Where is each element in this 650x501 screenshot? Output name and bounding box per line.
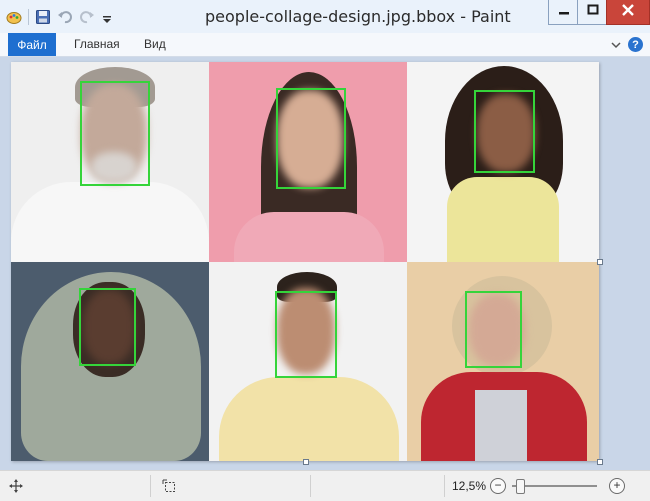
status-divider	[310, 475, 311, 497]
canvas-area[interactable]	[0, 57, 650, 470]
status-divider	[150, 475, 151, 497]
photo-tile-3	[407, 62, 599, 262]
resize-handle-bottom[interactable]	[303, 459, 309, 465]
photo-tile-1	[11, 62, 209, 262]
person-body	[11, 182, 209, 262]
face-bounding-box	[465, 291, 522, 368]
ribbon-tabs: Файл Главная Вид ?	[0, 33, 650, 57]
shirt	[475, 390, 527, 461]
paint-app-icon[interactable]	[6, 9, 22, 25]
save-icon[interactable]	[35, 9, 51, 25]
photo-tile-4	[11, 262, 209, 461]
face-bounding-box	[275, 291, 337, 378]
zoom-in-icon[interactable]: +	[609, 478, 625, 494]
selection-size-icon	[162, 479, 176, 498]
person-top	[447, 177, 559, 262]
maximize-icon	[587, 3, 599, 21]
window-title: people-collage-design.jpg.bbox - Paint	[205, 7, 511, 26]
maximize-button[interactable]	[577, 0, 609, 25]
resize-handle-corner[interactable]	[597, 459, 603, 465]
person-top	[219, 377, 399, 461]
face-bounding-box	[80, 81, 150, 186]
ribbon-collapse-icon[interactable]	[610, 38, 622, 50]
minimize-button[interactable]	[548, 0, 580, 25]
help-icon[interactable]: ?	[628, 37, 643, 52]
customize-qat-icon[interactable]	[101, 9, 117, 25]
qat-separator	[28, 9, 29, 25]
close-button[interactable]	[606, 0, 650, 25]
face-bounding-box	[79, 288, 136, 366]
tab-home[interactable]: Главная	[74, 37, 120, 51]
undo-icon[interactable]	[57, 9, 73, 25]
photo-tile-2	[209, 62, 407, 262]
tab-view[interactable]: Вид	[144, 37, 166, 51]
cursor-position-icon	[9, 479, 23, 498]
quick-access-toolbar	[6, 8, 117, 26]
photo-tile-5	[209, 262, 407, 461]
image-canvas[interactable]	[11, 62, 603, 465]
redo-icon[interactable]	[79, 9, 95, 25]
face-bounding-box	[474, 90, 535, 173]
status-divider	[444, 475, 445, 497]
photo-tile-6	[407, 262, 599, 461]
tab-file[interactable]: Файл	[8, 33, 56, 56]
zoom-level: 12,5%	[452, 479, 487, 493]
zoom-slider-thumb[interactable]	[516, 479, 526, 494]
status-bar: 12,5% − +	[0, 470, 650, 501]
title-bar: people-collage-design.jpg.bbox - Paint	[0, 0, 650, 34]
minimize-icon	[558, 3, 570, 21]
zoom-out-icon[interactable]: −	[490, 478, 506, 494]
resize-handle-right[interactable]	[597, 259, 603, 265]
person-top	[234, 212, 384, 262]
close-icon	[621, 3, 635, 22]
face-bounding-box	[276, 88, 346, 189]
